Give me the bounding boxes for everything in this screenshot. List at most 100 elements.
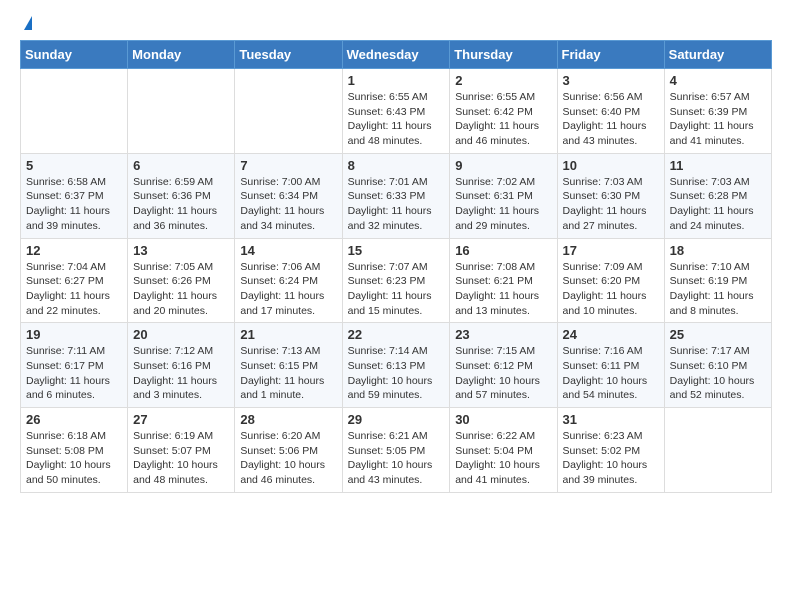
calendar-cell: 16 Sunrise: 7:08 AM Sunset: 6:21 PM Dayli…: [450, 238, 557, 323]
cell-content: Sunrise: 7:05 AM Sunset: 6:26 PM Dayligh…: [133, 260, 229, 319]
cell-content: Sunrise: 6:56 AM Sunset: 6:40 PM Dayligh…: [563, 90, 659, 149]
calendar-cell: 27 Sunrise: 6:19 AM Sunset: 5:07 PM Dayli…: [128, 408, 235, 493]
calendar-cell: [664, 408, 771, 493]
calendar-cell: 31Sunrise: 6:23 AM Sunset: 5:02 PM Dayli…: [557, 408, 664, 493]
calendar-cell: 30Sunrise: 6:22 AM Sunset: 5:04 PM Dayli…: [450, 408, 557, 493]
day-number: 10: [563, 158, 659, 173]
cell-content: Sunrise: 7:12 AM Sunset: 6:16 PM Dayligh…: [133, 344, 229, 403]
day-number: 4: [670, 73, 766, 88]
day-number: 22: [348, 327, 445, 342]
cell-content: Sunrise: 7:09 AM Sunset: 6:20 PM Dayligh…: [563, 260, 659, 319]
day-number: 7: [240, 158, 336, 173]
cell-content: Sunrise: 7:00 AM Sunset: 6:34 PM Dayligh…: [240, 175, 336, 234]
calendar-cell: 28 Sunrise: 6:20 AM Sunset: 5:06 PM Dayli…: [235, 408, 342, 493]
cell-content: Sunrise: 6:21 AM Sunset: 5:05 PM Dayligh…: [348, 429, 445, 488]
day-number: 14: [240, 243, 336, 258]
day-number: 19: [26, 327, 122, 342]
cell-content: Sunrise: 6:58 AM Sunset: 6:37 PM Dayligh…: [26, 175, 122, 234]
calendar-table: SundayMondayTuesdayWednesdayThursdayFrid…: [20, 40, 772, 493]
calendar-cell: 24 Sunrise: 7:16 AM Sunset: 6:11 PM Dayli…: [557, 323, 664, 408]
cell-content: Sunrise: 7:07 AM Sunset: 6:23 PM Dayligh…: [348, 260, 445, 319]
day-header-monday: Monday: [128, 41, 235, 69]
calendar-cell: 23 Sunrise: 7:15 AM Sunset: 6:12 PM Dayli…: [450, 323, 557, 408]
page-header: [20, 20, 772, 30]
calendar-cell: 12 Sunrise: 7:04 AM Sunset: 6:27 PM Dayli…: [21, 238, 128, 323]
day-number: 23: [455, 327, 551, 342]
cell-content: Sunrise: 7:17 AM Sunset: 6:10 PM Dayligh…: [670, 344, 766, 403]
day-number: 2: [455, 73, 551, 88]
calendar-cell: [128, 69, 235, 154]
cell-content: Sunrise: 7:03 AM Sunset: 6:28 PM Dayligh…: [670, 175, 766, 234]
cell-content: Sunrise: 6:59 AM Sunset: 6:36 PM Dayligh…: [133, 175, 229, 234]
calendar-cell: 14 Sunrise: 7:06 AM Sunset: 6:24 PM Dayli…: [235, 238, 342, 323]
cell-content: Sunrise: 6:18 AM Sunset: 5:08 PM Dayligh…: [26, 429, 122, 488]
day-number: 5: [26, 158, 122, 173]
calendar-cell: 4 Sunrise: 6:57 AM Sunset: 6:39 PM Daylig…: [664, 69, 771, 154]
cell-content: Sunrise: 7:10 AM Sunset: 6:19 PM Dayligh…: [670, 260, 766, 319]
calendar-cell: [235, 69, 342, 154]
day-number: 13: [133, 243, 229, 258]
cell-content: Sunrise: 6:57 AM Sunset: 6:39 PM Dayligh…: [670, 90, 766, 149]
day-header-tuesday: Tuesday: [235, 41, 342, 69]
cell-content: Sunrise: 7:15 AM Sunset: 6:12 PM Dayligh…: [455, 344, 551, 403]
logo: [20, 20, 32, 30]
calendar-cell: 26 Sunrise: 6:18 AM Sunset: 5:08 PM Dayli…: [21, 408, 128, 493]
calendar-cell: 13 Sunrise: 7:05 AM Sunset: 6:26 PM Dayli…: [128, 238, 235, 323]
calendar-header-row: SundayMondayTuesdayWednesdayThursdayFrid…: [21, 41, 772, 69]
cell-content: Sunrise: 7:11 AM Sunset: 6:17 PM Dayligh…: [26, 344, 122, 403]
cell-content: Sunrise: 6:19 AM Sunset: 5:07 PM Dayligh…: [133, 429, 229, 488]
cell-content: Sunrise: 7:06 AM Sunset: 6:24 PM Dayligh…: [240, 260, 336, 319]
cell-content: Sunrise: 7:02 AM Sunset: 6:31 PM Dayligh…: [455, 175, 551, 234]
day-number: 15: [348, 243, 445, 258]
calendar-cell: 25Sunrise: 7:17 AM Sunset: 6:10 PM Dayli…: [664, 323, 771, 408]
day-header-friday: Friday: [557, 41, 664, 69]
day-number: 28: [240, 412, 336, 427]
calendar-cell: 2 Sunrise: 6:55 AM Sunset: 6:42 PM Daylig…: [450, 69, 557, 154]
cell-content: Sunrise: 7:04 AM Sunset: 6:27 PM Dayligh…: [26, 260, 122, 319]
calendar-week-4: 19 Sunrise: 7:11 AM Sunset: 6:17 PM Dayli…: [21, 323, 772, 408]
cell-content: Sunrise: 7:16 AM Sunset: 6:11 PM Dayligh…: [563, 344, 659, 403]
calendar-cell: 5 Sunrise: 6:58 AM Sunset: 6:37 PM Daylig…: [21, 153, 128, 238]
calendar-cell: 9 Sunrise: 7:02 AM Sunset: 6:31 PM Daylig…: [450, 153, 557, 238]
day-header-saturday: Saturday: [664, 41, 771, 69]
calendar-cell: 6Sunrise: 6:59 AM Sunset: 6:36 PM Daylig…: [128, 153, 235, 238]
day-header-wednesday: Wednesday: [342, 41, 450, 69]
day-number: 16: [455, 243, 551, 258]
calendar-cell: [21, 69, 128, 154]
day-number: 24: [563, 327, 659, 342]
day-number: 9: [455, 158, 551, 173]
calendar-cell: 21Sunrise: 7:13 AM Sunset: 6:15 PM Dayli…: [235, 323, 342, 408]
calendar-cell: 10Sunrise: 7:03 AM Sunset: 6:30 PM Dayli…: [557, 153, 664, 238]
cell-content: Sunrise: 6:23 AM Sunset: 5:02 PM Dayligh…: [563, 429, 659, 488]
calendar-cell: 19 Sunrise: 7:11 AM Sunset: 6:17 PM Dayli…: [21, 323, 128, 408]
calendar-cell: 18 Sunrise: 7:10 AM Sunset: 6:19 PM Dayli…: [664, 238, 771, 323]
calendar-cell: 3Sunrise: 6:56 AM Sunset: 6:40 PM Daylig…: [557, 69, 664, 154]
calendar-cell: 7 Sunrise: 7:00 AM Sunset: 6:34 PM Daylig…: [235, 153, 342, 238]
cell-content: Sunrise: 6:20 AM Sunset: 5:06 PM Dayligh…: [240, 429, 336, 488]
calendar-week-5: 26 Sunrise: 6:18 AM Sunset: 5:08 PM Dayli…: [21, 408, 772, 493]
day-number: 26: [26, 412, 122, 427]
calendar-week-2: 5 Sunrise: 6:58 AM Sunset: 6:37 PM Daylig…: [21, 153, 772, 238]
day-header-thursday: Thursday: [450, 41, 557, 69]
day-number: 20: [133, 327, 229, 342]
day-number: 17: [563, 243, 659, 258]
calendar-cell: 1Sunrise: 6:55 AM Sunset: 6:43 PM Daylig…: [342, 69, 450, 154]
calendar-cell: 22Sunrise: 7:14 AM Sunset: 6:13 PM Dayli…: [342, 323, 450, 408]
calendar-cell: 17 Sunrise: 7:09 AM Sunset: 6:20 PM Dayli…: [557, 238, 664, 323]
day-number: 12: [26, 243, 122, 258]
cell-content: Sunrise: 6:22 AM Sunset: 5:04 PM Dayligh…: [455, 429, 551, 488]
calendar-cell: 11 Sunrise: 7:03 AM Sunset: 6:28 PM Dayli…: [664, 153, 771, 238]
cell-content: Sunrise: 7:08 AM Sunset: 6:21 PM Dayligh…: [455, 260, 551, 319]
calendar-cell: 15 Sunrise: 7:07 AM Sunset: 6:23 PM Dayli…: [342, 238, 450, 323]
day-number: 18: [670, 243, 766, 258]
calendar-week-3: 12 Sunrise: 7:04 AM Sunset: 6:27 PM Dayli…: [21, 238, 772, 323]
cell-content: Sunrise: 7:01 AM Sunset: 6:33 PM Dayligh…: [348, 175, 445, 234]
day-number: 11: [670, 158, 766, 173]
day-header-sunday: Sunday: [21, 41, 128, 69]
day-number: 8: [348, 158, 445, 173]
calendar-week-1: 1Sunrise: 6:55 AM Sunset: 6:43 PM Daylig…: [21, 69, 772, 154]
cell-content: Sunrise: 6:55 AM Sunset: 6:43 PM Dayligh…: [348, 90, 445, 149]
cell-content: Sunrise: 7:13 AM Sunset: 6:15 PM Dayligh…: [240, 344, 336, 403]
day-number: 27: [133, 412, 229, 427]
cell-content: Sunrise: 6:55 AM Sunset: 6:42 PM Dayligh…: [455, 90, 551, 149]
